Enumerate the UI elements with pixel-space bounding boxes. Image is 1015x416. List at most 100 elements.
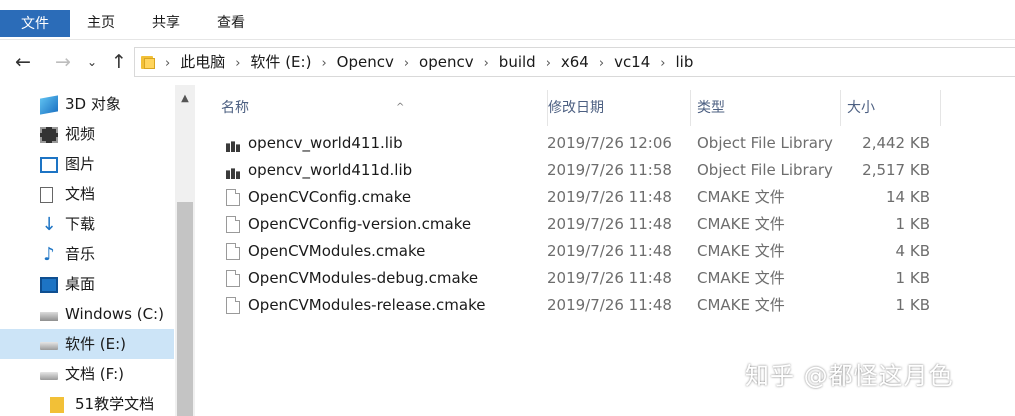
chevron-right-icon[interactable]: › xyxy=(235,50,240,78)
chevron-down-icon[interactable]: ⌄ xyxy=(83,49,101,75)
documents-icon xyxy=(40,187,53,203)
breadcrumb-item[interactable]: lib xyxy=(675,48,693,76)
file-icon xyxy=(226,270,240,287)
breadcrumb-item[interactable]: 此电脑 xyxy=(180,48,225,76)
chevron-right-icon[interactable]: › xyxy=(404,50,409,78)
watermark: 知乎 @都怪这月色 xyxy=(745,362,954,390)
sidebar-item-label: 文档 xyxy=(65,185,96,203)
table-row[interactable]: OpenCVModules-release.cmake 2019/7/26 11… xyxy=(221,292,941,319)
file-type: CMAKE 文件 xyxy=(697,242,785,260)
sidebar-item-label: 图片 xyxy=(65,155,96,173)
file-name: OpenCVConfig-version.cmake xyxy=(248,215,472,233)
file-size: 2,442 KB xyxy=(862,134,930,152)
column-header-size[interactable]: 大小 xyxy=(840,90,940,126)
chevron-right-icon[interactable]: › xyxy=(546,50,551,78)
sidebar-item-label: 软件 (E:) xyxy=(65,335,127,353)
sidebar-item-label: 51教学文档 xyxy=(75,395,155,413)
ribbon-tabs: 文件 主页 共享 查看 xyxy=(0,0,1015,40)
file-date: 2019/7/26 11:48 xyxy=(547,188,672,206)
music-icon: ♪ xyxy=(43,244,55,265)
file-name: OpenCVModules.cmake xyxy=(248,242,426,260)
chevron-right-icon[interactable]: › xyxy=(321,50,326,78)
sidebar-item-music[interactable]: ♪ 音乐 xyxy=(0,239,174,269)
table-row[interactable]: OpenCVModules-debug.cmake 2019/7/26 11:4… xyxy=(221,265,941,292)
library-file-icon xyxy=(226,135,240,152)
file-icon xyxy=(226,216,240,233)
file-name: OpenCVConfig.cmake xyxy=(248,188,412,206)
pictures-icon xyxy=(40,157,58,173)
file-type: CMAKE 文件 xyxy=(697,269,785,287)
breadcrumb-item[interactable]: Opencv xyxy=(337,48,394,76)
chevron-right-icon[interactable]: › xyxy=(599,50,604,78)
download-icon: ↓ xyxy=(41,214,57,235)
sort-ascending-icon: ^ xyxy=(396,102,405,113)
sidebar-item-windows-c[interactable]: Windows (C:) xyxy=(0,299,174,329)
file-type: CMAKE 文件 xyxy=(697,296,785,314)
tab-file[interactable]: 文件 xyxy=(0,10,70,37)
sidebar-item-videos[interactable]: 视频 xyxy=(0,119,174,149)
breadcrumb: › 此电脑 › 软件 (E:) › Opencv › opencv › build › x64 › vc1… xyxy=(165,48,693,76)
table-row[interactable]: opencv_world411d.lib 2019/7/26 11:58 Obj… xyxy=(221,157,941,184)
scrollbar[interactable]: ▲ xyxy=(175,85,195,416)
3d-objects-icon xyxy=(40,95,58,115)
sidebar-item-pictures[interactable]: 图片 xyxy=(0,149,174,179)
file-date: 2019/7/26 11:48 xyxy=(547,269,672,287)
forward-arrow-icon[interactable]: → xyxy=(50,49,76,75)
breadcrumb-item[interactable]: build xyxy=(499,48,536,76)
file-size: 4 KB xyxy=(895,242,930,260)
column-header-type[interactable]: 类型 xyxy=(690,90,840,126)
file-icon xyxy=(226,189,240,206)
column-header-name[interactable]: 名称 ^ xyxy=(221,90,536,126)
file-date: 2019/7/26 11:48 xyxy=(547,296,672,314)
chevron-right-icon[interactable]: › xyxy=(484,50,489,78)
file-name: OpenCVModules-release.cmake xyxy=(248,296,486,314)
library-file-icon xyxy=(226,162,240,179)
column-header-label: 大小 xyxy=(847,100,875,116)
column-divider xyxy=(940,90,941,126)
file-name: opencv_world411d.lib xyxy=(248,161,413,179)
sidebar-item-software-e[interactable]: 软件 (E:) xyxy=(0,329,174,359)
file-type: CMAKE 文件 xyxy=(697,188,785,206)
column-header-label: 名称 xyxy=(221,100,249,116)
tab-home[interactable]: 主页 xyxy=(87,9,115,37)
sidebar-item-51-docs[interactable]: 51教学文档 xyxy=(0,389,174,416)
file-type: Object File Library xyxy=(697,134,833,152)
table-row[interactable]: OpenCVModules.cmake 2019/7/26 11:48 CMAK… xyxy=(221,238,941,265)
breadcrumb-item[interactable]: 软件 (E:) xyxy=(250,48,311,76)
navigation-pane: 3D 对象 视频 图片 文档 ↓ 下载 ♪ 音乐 桌面 Windows (C:)… xyxy=(0,85,195,416)
back-arrow-icon[interactable]: ← xyxy=(10,49,36,75)
desktop-icon xyxy=(40,277,58,293)
sidebar-item-documents[interactable]: 文档 xyxy=(0,179,174,209)
scrollbar-thumb[interactable] xyxy=(177,202,193,416)
file-name: OpenCVModules-debug.cmake xyxy=(248,269,479,287)
column-header-label: 修改日期 xyxy=(548,100,604,116)
folder-icon xyxy=(141,55,155,69)
breadcrumb-item[interactable]: x64 xyxy=(561,48,589,76)
breadcrumb-item[interactable]: opencv xyxy=(419,48,474,76)
sidebar-item-downloads[interactable]: ↓ 下载 xyxy=(0,209,174,239)
sidebar-item-label: 3D 对象 xyxy=(65,95,121,113)
column-header-label: 类型 xyxy=(697,100,725,116)
column-header-date[interactable]: 修改日期 xyxy=(547,90,687,126)
table-row[interactable]: opencv_world411.lib 2019/7/26 12:06 Obje… xyxy=(221,130,941,157)
table-row[interactable]: OpenCVConfig-version.cmake 2019/7/26 11:… xyxy=(221,211,941,238)
tab-share[interactable]: 共享 xyxy=(152,9,180,37)
chevron-right-icon[interactable]: › xyxy=(660,50,665,78)
up-arrow-icon[interactable]: ↑ xyxy=(106,49,132,75)
sidebar-item-documents-f[interactable]: 文档 (F:) xyxy=(0,359,174,389)
folder-icon xyxy=(50,397,64,413)
tab-view[interactable]: 查看 xyxy=(217,9,245,37)
chevron-right-icon[interactable]: › xyxy=(165,50,170,78)
file-type: CMAKE 文件 xyxy=(697,215,785,233)
sidebar-item-label: 下载 xyxy=(65,215,96,233)
sidebar-item-3d-objects[interactable]: 3D 对象 xyxy=(0,89,174,119)
sidebar-item-label: 音乐 xyxy=(65,245,96,263)
table-row[interactable]: OpenCVConfig.cmake 2019/7/26 11:48 CMAKE… xyxy=(221,184,941,211)
scroll-up-icon[interactable]: ▲ xyxy=(175,91,195,107)
address-bar[interactable]: › 此电脑 › 软件 (E:) › Opencv › opencv › build › x64 › vc1… xyxy=(134,47,1015,77)
file-name: opencv_world411.lib xyxy=(248,134,403,152)
breadcrumb-item[interactable]: vc14 xyxy=(614,48,650,76)
sidebar-item-desktop[interactable]: 桌面 xyxy=(0,269,174,299)
file-size: 1 KB xyxy=(895,296,930,314)
sidebar-item-label: 桌面 xyxy=(65,275,96,293)
